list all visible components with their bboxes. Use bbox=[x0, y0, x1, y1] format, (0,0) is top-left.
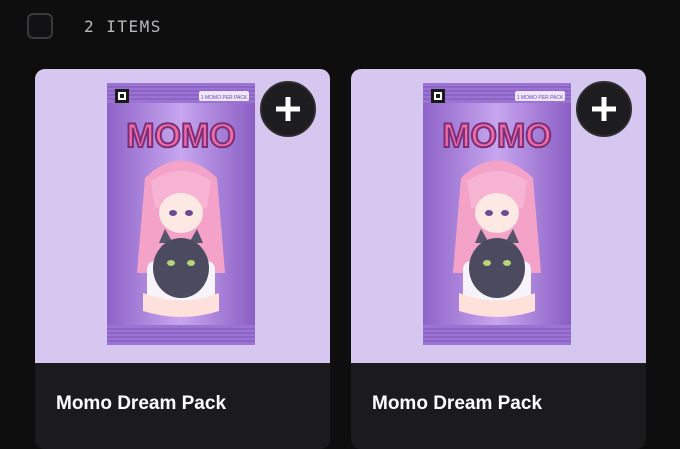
card-footer: Momo Dream Pack bbox=[351, 363, 646, 449]
add-button[interactable] bbox=[260, 81, 316, 137]
item-count: 2 ITEMS bbox=[84, 17, 162, 36]
pack-tag: 1 MOMO PER PACK bbox=[517, 95, 564, 101]
card-pack-image: 1 MOMO PER PACK MOMO bbox=[107, 83, 255, 345]
item-title[interactable]: Momo Dream Pack bbox=[56, 393, 226, 415]
item-card[interactable]: 1 MOMO PER PACK MOMO Momo Dream Pack bbox=[35, 69, 330, 449]
select-all-checkbox[interactable] bbox=[27, 13, 53, 39]
toolbar: 2 ITEMS bbox=[0, 0, 680, 56]
item-title[interactable]: Momo Dream Pack bbox=[372, 393, 542, 415]
add-button[interactable] bbox=[576, 81, 632, 137]
item-image: 1 MOMO PER PACK MOMO bbox=[351, 69, 646, 363]
card-pack-image: 1 MOMO PER PACK MOMO bbox=[423, 83, 571, 345]
pack-brand: MOMO bbox=[442, 117, 552, 155]
item-card[interactable]: 1 MOMO PER PACK MOMO Momo Dream Pack bbox=[351, 69, 646, 449]
pack-tag: 1 MOMO PER PACK bbox=[201, 95, 248, 101]
plus-icon bbox=[592, 97, 616, 121]
pack-brand: MOMO bbox=[126, 117, 236, 155]
item-image: 1 MOMO PER PACK MOMO bbox=[35, 69, 330, 363]
plus-icon bbox=[276, 97, 300, 121]
card-footer: Momo Dream Pack bbox=[35, 363, 330, 449]
